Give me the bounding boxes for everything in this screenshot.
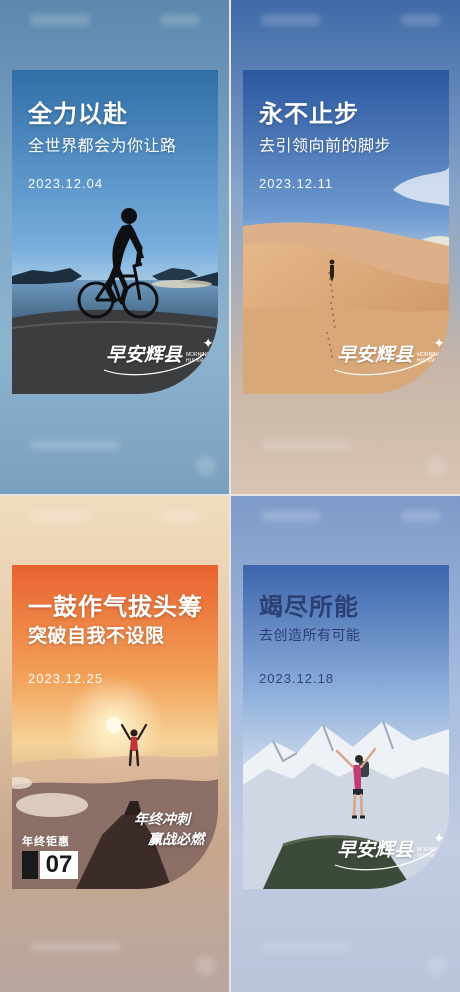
poster-panel-3: 一鼓作气拔头筹 突破自我不设限 2023.12.25 年终冲刺 赢战必燃 年终钜… xyxy=(0,496,229,992)
poster-panel-1: 全力以赴 全世界都会为你让路 2023.12.04 早安辉县 MORNING H… xyxy=(0,0,229,494)
poster-title: 一鼓作气拔头筹 xyxy=(28,592,203,621)
brand-logo: 早安辉县 MORNING HUI XIAN ✦ xyxy=(331,829,445,873)
countdown-badge: 年终钜惠 07 xyxy=(22,833,88,879)
poster-subtitle: 去创造所有可能 xyxy=(259,628,361,644)
sparkle-icon: ✦ xyxy=(202,336,214,352)
logo-english: MORNING HUI XIAN xyxy=(417,352,442,364)
logo-english: MORNING HUI XIAN xyxy=(417,847,442,859)
poster-subtitle: 全世界都会为你让路 xyxy=(28,136,177,155)
blur-decoration xyxy=(401,14,441,26)
sparkle-icon: ✦ xyxy=(433,336,445,352)
blur-decoration xyxy=(196,956,216,976)
brand-logo: 早安辉县 MORNING HUI XIAN ✦ xyxy=(100,334,214,378)
blur-decoration xyxy=(30,510,90,522)
logo-text: 早安辉县 xyxy=(106,344,183,366)
badge-counter: 07 xyxy=(22,851,88,879)
sparkle-icon: ✦ xyxy=(433,831,445,847)
poster-card: 竭尽所能 去创造所有可能 2023.12.18 早安辉县 MORNING HUI… xyxy=(243,565,449,889)
blur-decoration xyxy=(427,956,447,976)
blur-decoration xyxy=(261,14,321,26)
counter-cell xyxy=(22,851,38,879)
poster-date: 2023.12.18 xyxy=(259,671,335,686)
blur-decoration xyxy=(261,440,351,450)
poster-date: 2023.12.04 xyxy=(28,176,104,191)
poster-panel-4: 竭尽所能 去创造所有可能 2023.12.18 早安辉县 MORNING HUI… xyxy=(231,496,460,992)
slogan-line-2: 赢战必燃 xyxy=(148,832,204,848)
blur-decoration xyxy=(427,456,447,476)
poster-panel-2: 永不止步 去引领向前的脚步 2023.12.11 早安辉县 MORNING HU… xyxy=(231,0,460,494)
poster-title: 全力以赴 xyxy=(28,99,128,128)
blur-decoration xyxy=(261,942,351,952)
badge-title: 年终钜惠 xyxy=(22,835,70,848)
blur-decoration xyxy=(160,510,200,522)
blur-decoration xyxy=(196,456,216,476)
poster-date: 2023.12.11 xyxy=(259,176,334,191)
poster-date: 2023.12.25 xyxy=(28,671,104,686)
poster-title: 竭尽所能 xyxy=(259,592,359,621)
blur-decoration xyxy=(30,942,120,952)
poster-subtitle: 突破自我不设限 xyxy=(28,625,165,647)
poster-card: 全力以赴 全世界都会为你让路 2023.12.04 早安辉县 MORNING H… xyxy=(12,70,218,394)
badge-number: 07 xyxy=(40,851,78,879)
poster-card: 一鼓作气拔头筹 突破自我不设限 2023.12.25 年终冲刺 赢战必燃 年终钜… xyxy=(12,565,218,889)
poster-card: 永不止步 去引领向前的脚步 2023.12.11 早安辉县 MORNING HU… xyxy=(243,70,449,394)
blur-decoration xyxy=(30,440,120,450)
poster-title: 永不止步 xyxy=(259,99,359,128)
poster-subtitle: 去引领向前的脚步 xyxy=(259,136,392,155)
blur-decoration xyxy=(401,510,441,522)
blur-decoration xyxy=(30,14,90,26)
logo-text: 早安辉县 xyxy=(337,839,414,861)
slogan-line-1: 年终冲刺 xyxy=(134,812,190,828)
blur-decoration xyxy=(160,14,200,26)
brand-logo: 早安辉县 MORNING HUI XIAN ✦ xyxy=(331,334,445,378)
blur-decoration xyxy=(261,510,321,522)
logo-text: 早安辉县 xyxy=(337,344,414,366)
slogan: 年终冲刺 赢战必燃 xyxy=(134,809,204,849)
logo-english: MORNING HUI XIAN xyxy=(186,352,211,364)
